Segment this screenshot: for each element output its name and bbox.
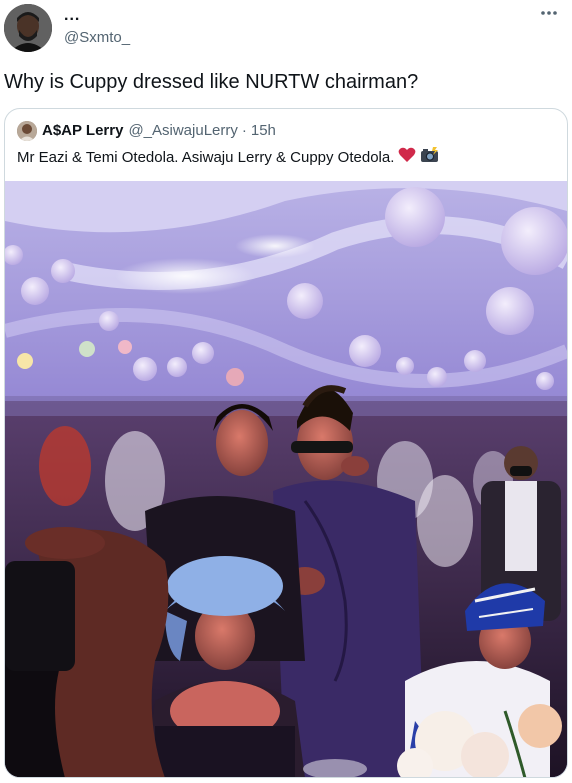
quoted-tweet-text-row: Mr Eazi & Temi Otedola. Asiwaju Lerry & … xyxy=(17,147,440,169)
tweet[interactable]: ... @Sxmto_ Why is Cuppy dressed like NU… xyxy=(0,0,572,783)
quoted-separator: · xyxy=(241,122,247,139)
author-block: ... @Sxmto_ xyxy=(64,6,130,48)
quoted-timestamp: 15h xyxy=(250,122,276,139)
quoted-author-avatar xyxy=(17,121,37,141)
quoted-tweet-text: Mr Eazi & Temi Otedola. Asiwaju Lerry & … xyxy=(17,149,395,166)
more-dots-icon xyxy=(541,11,557,15)
more-options-button[interactable] xyxy=(536,2,562,24)
author-handle[interactable]: @Sxmto_ xyxy=(64,28,130,48)
heart-icon xyxy=(398,147,416,169)
event-photo-image xyxy=(5,181,567,777)
quoted-avatar-image xyxy=(17,121,37,141)
event-photo[interactable] xyxy=(5,181,567,777)
author-display-name[interactable]: ... xyxy=(64,6,130,26)
quoted-author-name: A$AP Lerry xyxy=(42,122,124,139)
camera-flash-icon xyxy=(420,147,440,169)
avatar-image xyxy=(4,4,52,52)
tweet-text: Why is Cuppy dressed like NURTW chairman… xyxy=(4,71,419,93)
quoted-author-handle: @_AsiwajuLerry xyxy=(128,122,238,139)
quoted-tweet-header: A$AP Lerry @_AsiwajuLerry · 15h xyxy=(17,121,276,141)
author-avatar[interactable] xyxy=(4,4,52,52)
quoted-tweet[interactable]: A$AP Lerry @_AsiwajuLerry · 15h Mr Eazi … xyxy=(4,108,568,778)
